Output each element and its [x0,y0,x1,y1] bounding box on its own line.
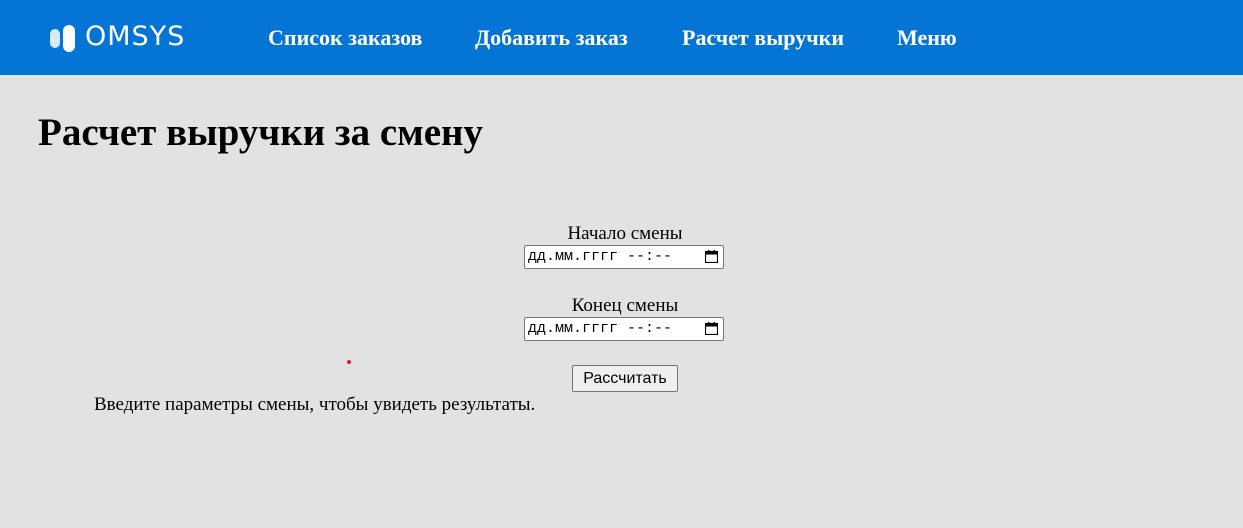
shift-start-placeholder: дд.мм.гггг --:-- [528,248,673,265]
shift-start-input[interactable]: дд.мм.гггг --:-- [524,245,724,269]
nav-link-menu[interactable]: Меню [897,0,957,75]
logo[interactable]: OMSYS [50,22,185,52]
shift-end-input[interactable]: дд.мм.гггг --:-- [524,317,724,341]
page-title: Расчет выручки за смену [38,111,484,154]
calendar-icon[interactable] [705,250,718,263]
shift-end-placeholder: дд.мм.гггг --:-- [528,320,673,337]
logo-text: OMSYS [85,21,186,52]
nav-link-revenue[interactable]: Расчет выручки [682,0,844,75]
nav-link-orders-list[interactable]: Список заказов [268,0,422,75]
omsys-logo-icon [50,24,77,52]
result-message: Введите параметры смены, чтобы увидеть р… [94,394,536,415]
calendar-icon[interactable] [705,322,718,335]
cursor-dot [347,360,351,364]
top-navbar: OMSYS Список заказов Добавить заказ Расч… [0,0,1243,75]
calculate-button[interactable]: Рассчитать [572,365,678,392]
nav-link-add-order[interactable]: Добавить заказ [475,0,628,75]
shift-start-label: Начало смены [567,223,683,244]
shift-end-label: Конец смены [571,295,679,316]
